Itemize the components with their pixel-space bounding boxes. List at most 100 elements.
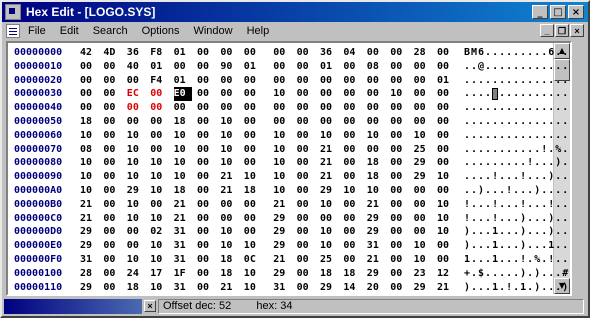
- hex-byte[interactable]: 00: [103, 267, 121, 281]
- hex-byte[interactable]: 1F: [174, 267, 192, 281]
- ascii-column[interactable]: .........!...)..: [464, 156, 570, 170]
- menu-file[interactable]: File: [28, 25, 46, 37]
- hex-byte[interactable]: 10: [150, 170, 168, 184]
- hex-byte[interactable]: 10: [244, 239, 262, 253]
- hex-row[interactable]: 00000030 00 00 EC 00 E0 00 00 00 10 00 00 00 00 10 00 00…: [8, 87, 570, 102]
- hex-byte[interactable]: 10: [220, 115, 238, 129]
- hex-byte[interactable]: 01: [244, 60, 262, 74]
- hex-byte[interactable]: 00: [343, 129, 361, 143]
- hex-byte[interactable]: 29: [367, 225, 385, 239]
- hex-byte[interactable]: 18: [127, 281, 145, 294]
- hex-byte[interactable]: 01: [174, 74, 192, 88]
- hex-byte[interactable]: 21: [273, 253, 291, 267]
- hex-byte[interactable]: 00: [103, 115, 121, 129]
- hex-byte[interactable]: 29: [273, 239, 291, 253]
- hex-byte[interactable]: 00: [80, 60, 98, 74]
- doc-restore-button[interactable]: ❐: [555, 24, 569, 37]
- hex-byte[interactable]: 10: [244, 267, 262, 281]
- hex-byte[interactable]: 18: [343, 267, 361, 281]
- hex-byte[interactable]: 00: [244, 156, 262, 170]
- hex-byte[interactable]: 29: [80, 281, 98, 294]
- hex-byte[interactable]: 10: [320, 129, 338, 143]
- hex-byte[interactable]: 00: [367, 115, 385, 129]
- hex-byte[interactable]: 00: [343, 101, 361, 115]
- hex-byte[interactable]: 00: [244, 212, 262, 226]
- hex-byte[interactable]: 00: [437, 60, 455, 74]
- ascii-column[interactable]: !...!...!...!...: [464, 198, 570, 212]
- hex-byte[interactable]: 10: [244, 170, 262, 184]
- hex-byte[interactable]: 36: [127, 46, 145, 60]
- hex-byte[interactable]: 00: [297, 225, 315, 239]
- hex-byte[interactable]: 10: [414, 129, 432, 143]
- hex-byte[interactable]: 00: [297, 74, 315, 88]
- hex-byte[interactable]: 00: [343, 225, 361, 239]
- hex-byte[interactable]: 29: [80, 239, 98, 253]
- hex-byte[interactable]: 00: [197, 198, 215, 212]
- ascii-column[interactable]: )...1...)...1...: [464, 239, 570, 253]
- hex-byte[interactable]: 00: [103, 60, 121, 74]
- hex-byte[interactable]: 00: [343, 212, 361, 226]
- hex-byte[interactable]: 14: [343, 281, 361, 294]
- hex-row[interactable]: 000000C0 21 00 10 10 21 00 00 00 29 00 00 00 29 00 00 10…: [8, 212, 570, 226]
- hex-byte[interactable]: 00: [437, 239, 455, 253]
- hex-byte[interactable]: 10: [80, 156, 98, 170]
- hex-byte[interactable]: 10: [414, 239, 432, 253]
- hex-byte[interactable]: 00: [297, 170, 315, 184]
- hex-byte[interactable]: 18: [244, 184, 262, 198]
- hex-byte[interactable]: 10: [150, 212, 168, 226]
- hex-byte[interactable]: 31: [174, 225, 192, 239]
- hex-byte[interactable]: 00: [197, 212, 215, 226]
- hex-byte[interactable]: 00: [390, 253, 408, 267]
- hex-byte[interactable]: 00: [297, 129, 315, 143]
- hex-byte[interactable]: 01: [174, 46, 192, 60]
- hex-byte[interactable]: 10: [273, 143, 291, 157]
- hex-byte[interactable]: 00: [343, 253, 361, 267]
- doc-close-button[interactable]: ×: [570, 24, 584, 37]
- hex-byte[interactable]: 00: [103, 281, 121, 294]
- hex-row[interactable]: 00000020 00 00 00 F4 01 00 00 00 00 00 00 00 00 00 00 01…: [8, 74, 570, 88]
- hex-byte[interactable]: 18: [367, 156, 385, 170]
- hex-byte[interactable]: 10: [437, 198, 455, 212]
- ascii-column[interactable]: )...1.!.1.)...)!: [464, 281, 570, 294]
- hex-byte[interactable]: 00: [390, 239, 408, 253]
- hex-byte[interactable]: 31: [174, 281, 192, 294]
- hex-byte[interactable]: 10: [273, 156, 291, 170]
- ascii-column[interactable]: ................: [464, 115, 570, 129]
- hex-row[interactable]: 00000070 08 00 10 00 10 00 10 00 10 00 21 00 00 00 25 00…: [8, 143, 568, 157]
- hex-byte[interactable]: 00: [103, 239, 121, 253]
- hex-byte[interactable]: 00: [414, 74, 432, 88]
- hex-row[interactable]: 00000080 10 00 10 10 10 00 10 00 10 00 21 00 18 00 29 00…: [8, 156, 570, 170]
- hex-byte[interactable]: 00: [127, 225, 145, 239]
- hex-byte[interactable]: 10: [150, 253, 168, 267]
- hex-byte[interactable]: 00: [103, 156, 121, 170]
- hex-byte[interactable]: 00: [297, 115, 315, 129]
- menu-options[interactable]: Options: [142, 25, 180, 37]
- hex-byte[interactable]: 00: [197, 281, 215, 294]
- hex-byte[interactable]: 00: [103, 87, 121, 101]
- hex-byte[interactable]: 00: [244, 46, 262, 60]
- ascii-column[interactable]: ...........!.%.: [464, 143, 569, 157]
- ascii-column[interactable]: !...!...)...)...: [464, 212, 570, 226]
- hex-byte[interactable]: 10: [174, 129, 192, 143]
- hex-byte[interactable]: 00: [343, 60, 361, 74]
- hex-byte[interactable]: 21: [320, 156, 338, 170]
- hex-byte[interactable]: 10: [174, 156, 192, 170]
- hex-byte[interactable]: 10: [127, 253, 145, 267]
- ascii-column[interactable]: ..)...!...).....).: [464, 184, 570, 198]
- hex-row[interactable]: 00000000 42 4D 36 F8 01 00 00 00 00 00 36 04 00 00 28 00…: [8, 46, 570, 60]
- hex-byte[interactable]: 18: [320, 267, 338, 281]
- hex-byte[interactable]: 00: [197, 115, 215, 129]
- hex-byte[interactable]: 00: [103, 129, 121, 143]
- ascii-column[interactable]: ................: [464, 87, 570, 101]
- hex-byte[interactable]: 00: [320, 101, 338, 115]
- hex-byte[interactable]: 28: [80, 267, 98, 281]
- hex-byte[interactable]: 10: [220, 156, 238, 170]
- hex-byte[interactable]: 21: [80, 198, 98, 212]
- hex-byte[interactable]: 10: [220, 129, 238, 143]
- hex-byte[interactable]: 10: [437, 212, 455, 226]
- hex-byte[interactable]: 10: [174, 170, 192, 184]
- hex-byte[interactable]: 00: [437, 129, 455, 143]
- hex-byte[interactable]: 29: [414, 281, 432, 294]
- hex-byte[interactable]: 10: [80, 170, 98, 184]
- hex-byte[interactable]: 00: [150, 101, 168, 115]
